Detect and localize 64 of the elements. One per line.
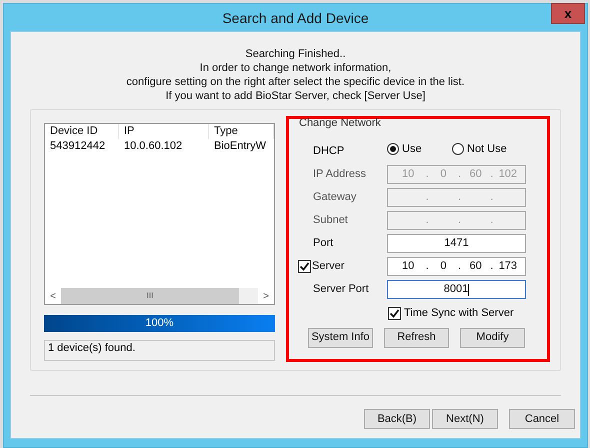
- field-label: Subnet: [313, 213, 348, 228]
- octet-value: 10: [402, 168, 414, 180]
- action-button[interactable]: Modify: [460, 328, 525, 348]
- scroll-right-button[interactable]: >: [258, 288, 274, 304]
- column-header[interactable]: IP: [119, 124, 209, 139]
- octet-value: 60: [470, 260, 482, 272]
- checkbox[interactable]: [298, 260, 311, 273]
- instruction-text: configure setting on the right after select the specific device in the list.: [126, 75, 465, 89]
- column-header[interactable]: Device ID: [45, 124, 119, 139]
- separator-dot: .: [456, 213, 462, 228]
- radio-option[interactable]: Not Use: [452, 140, 517, 158]
- dialog-button[interactable]: Back(B): [364, 409, 430, 429]
- separator-dot: .: [424, 167, 430, 182]
- octet-value: 60: [470, 168, 482, 180]
- octet-value: 10: [402, 260, 414, 272]
- field-label: IP Address: [313, 167, 366, 182]
- progress-reading: 100%: [144, 316, 175, 332]
- field-label: DHCP: [312, 144, 346, 159]
- separator-dot: .: [456, 259, 462, 274]
- dialog-button[interactable]: Next(N): [432, 409, 498, 429]
- column-header[interactable]: Type: [209, 124, 274, 139]
- input-field[interactable]: 8001: [387, 280, 526, 299]
- scrollbar-thumb[interactable]: III: [61, 288, 239, 304]
- octet-value: 173: [498, 260, 518, 272]
- horizontal-scrollbar[interactable]: < III >: [45, 288, 274, 304]
- instruction-text: In order to change network information,: [200, 61, 392, 75]
- checkbox[interactable]: [388, 306, 401, 320]
- separator-dot: .: [456, 167, 462, 182]
- octet-value: 0: [440, 168, 446, 180]
- dialog-button[interactable]: Cancel: [509, 409, 575, 429]
- separator-dot: .: [424, 213, 430, 228]
- device-row[interactable]: 543912442 10.0.60.102 BioEntryW: [45, 139, 274, 154]
- radio-option[interactable]: Use: [387, 140, 452, 158]
- checkmark-icon: [389, 308, 400, 319]
- input-field[interactable]: 1471: [387, 234, 526, 253]
- octet-value: 102: [498, 168, 518, 180]
- field-label: Port: [313, 236, 334, 252]
- group-title: Change Network: [298, 118, 382, 129]
- field-label: Server Port: [313, 282, 369, 298]
- separator-dot: .: [456, 190, 462, 206]
- window-title: Search and Add Device: [222, 8, 369, 28]
- separator-dot: .: [489, 190, 494, 206]
- scroll-left-button[interactable]: <: [45, 288, 61, 304]
- instruction-text: Searching Finished..: [245, 47, 346, 61]
- checkmark-icon: [299, 261, 310, 272]
- field-label: Server: [312, 259, 344, 274]
- separator-dot: .: [424, 190, 430, 206]
- table-cell-text: 10.0.60.102: [123, 139, 184, 154]
- ip-address-field[interactable]: 10 . 0 . 60 . 173: [387, 257, 526, 276]
- action-button[interactable]: Refresh: [384, 328, 449, 348]
- action-button[interactable]: System Info: [308, 328, 373, 348]
- checkbox-label: Time Sync with Server: [404, 306, 514, 321]
- instruction-text: If you want to add BioStar Server, check [Server Use]: [166, 89, 426, 103]
- separator-dot: .: [489, 259, 494, 274]
- separator-dot: .: [489, 167, 494, 182]
- field-label: Gateway: [313, 190, 356, 206]
- text-cursor: [468, 284, 470, 296]
- separator-dot: .: [424, 259, 430, 274]
- status-box: 1 device(s) found.: [44, 340, 275, 361]
- octet-value: 0: [440, 260, 446, 272]
- table-cell-text: BioEntryW: [213, 139, 267, 154]
- close-button[interactable]: x: [551, 3, 585, 24]
- table-cell-text: 543912442: [49, 139, 106, 154]
- separator-dot: .: [489, 213, 494, 228]
